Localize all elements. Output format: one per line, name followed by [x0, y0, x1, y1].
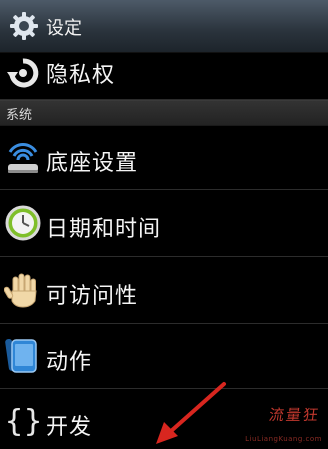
page-title: 设定	[46, 18, 82, 39]
braces-icon: { }	[5, 404, 42, 439]
settings-item-privacy[interactable]: 隐私权	[0, 53, 328, 100]
settings-item-label: 开发	[46, 415, 93, 440]
svg-text:}: }	[24, 404, 42, 439]
settings-item-label: 底座设置	[46, 151, 139, 176]
gear-icon[interactable]	[9, 11, 39, 41]
dock-icon	[8, 142, 38, 173]
settings-item-dock[interactable]: 底座设置	[0, 125, 328, 190]
title-bar: 设定	[0, 0, 328, 53]
watermark-logo: 流量狂	[267, 406, 322, 424]
settings-item-label: 可访问性	[46, 284, 139, 309]
settings-item-accessibility[interactable]: 可访问性	[0, 257, 328, 324]
section-label: 系统	[6, 108, 33, 123]
settings-item-label: 日期和时间	[46, 217, 162, 242]
annotation-arrow	[156, 382, 226, 444]
svg-text:{: {	[5, 404, 23, 439]
settings-item-label: 隐私权	[46, 63, 116, 88]
settings-item-label: 动作	[46, 350, 93, 375]
watermark-url: LiuLiangKuang.com	[245, 435, 322, 443]
settings-item-date-time[interactable]: 日期和时间	[0, 190, 328, 257]
hand-icon	[4, 273, 37, 308]
section-header-system: 系统	[0, 100, 328, 126]
clock-icon	[5, 205, 41, 241]
privacy-refresh-icon	[7, 58, 39, 88]
phone-motion-icon	[5, 338, 37, 373]
